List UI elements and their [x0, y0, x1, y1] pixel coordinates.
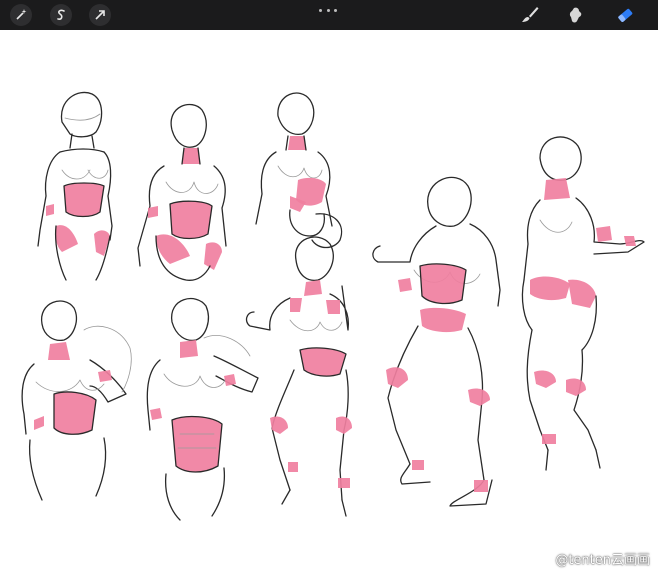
drawing-canvas[interactable]: .ln { fill: none; stroke: #2a2a2a; strok… — [0, 30, 658, 572]
brush-icon[interactable] — [519, 4, 541, 26]
figure-sketch-4 — [21, 300, 132, 501]
figure-sketch-7 — [372, 176, 501, 507]
eraser-icon[interactable] — [614, 4, 636, 26]
smudge-icon[interactable] — [565, 4, 587, 26]
figure-sketches-artwork: .ln { fill: none; stroke: #2a2a2a; strok… — [21, 91, 645, 521]
transform-arrow-icon[interactable] — [89, 4, 111, 26]
magic-wand-icon[interactable] — [10, 4, 32, 26]
figure-sketch-6 — [245, 236, 352, 517]
figure-sketch-5 — [146, 297, 259, 521]
weibo-logo-icon — [536, 552, 552, 566]
figure-sketch-3 — [255, 92, 343, 249]
watermark-text: @tenten云画画 — [555, 553, 650, 568]
more-options-icon[interactable] — [319, 6, 337, 14]
selection-s-icon[interactable] — [50, 4, 72, 26]
figure-sketch-8 — [521, 136, 645, 471]
top-toolbar — [0, 0, 658, 30]
figure-sketch-2 — [137, 103, 227, 281]
figure-sketch-1 — [37, 91, 113, 281]
watermark: @tenten云画画 — [536, 549, 650, 568]
